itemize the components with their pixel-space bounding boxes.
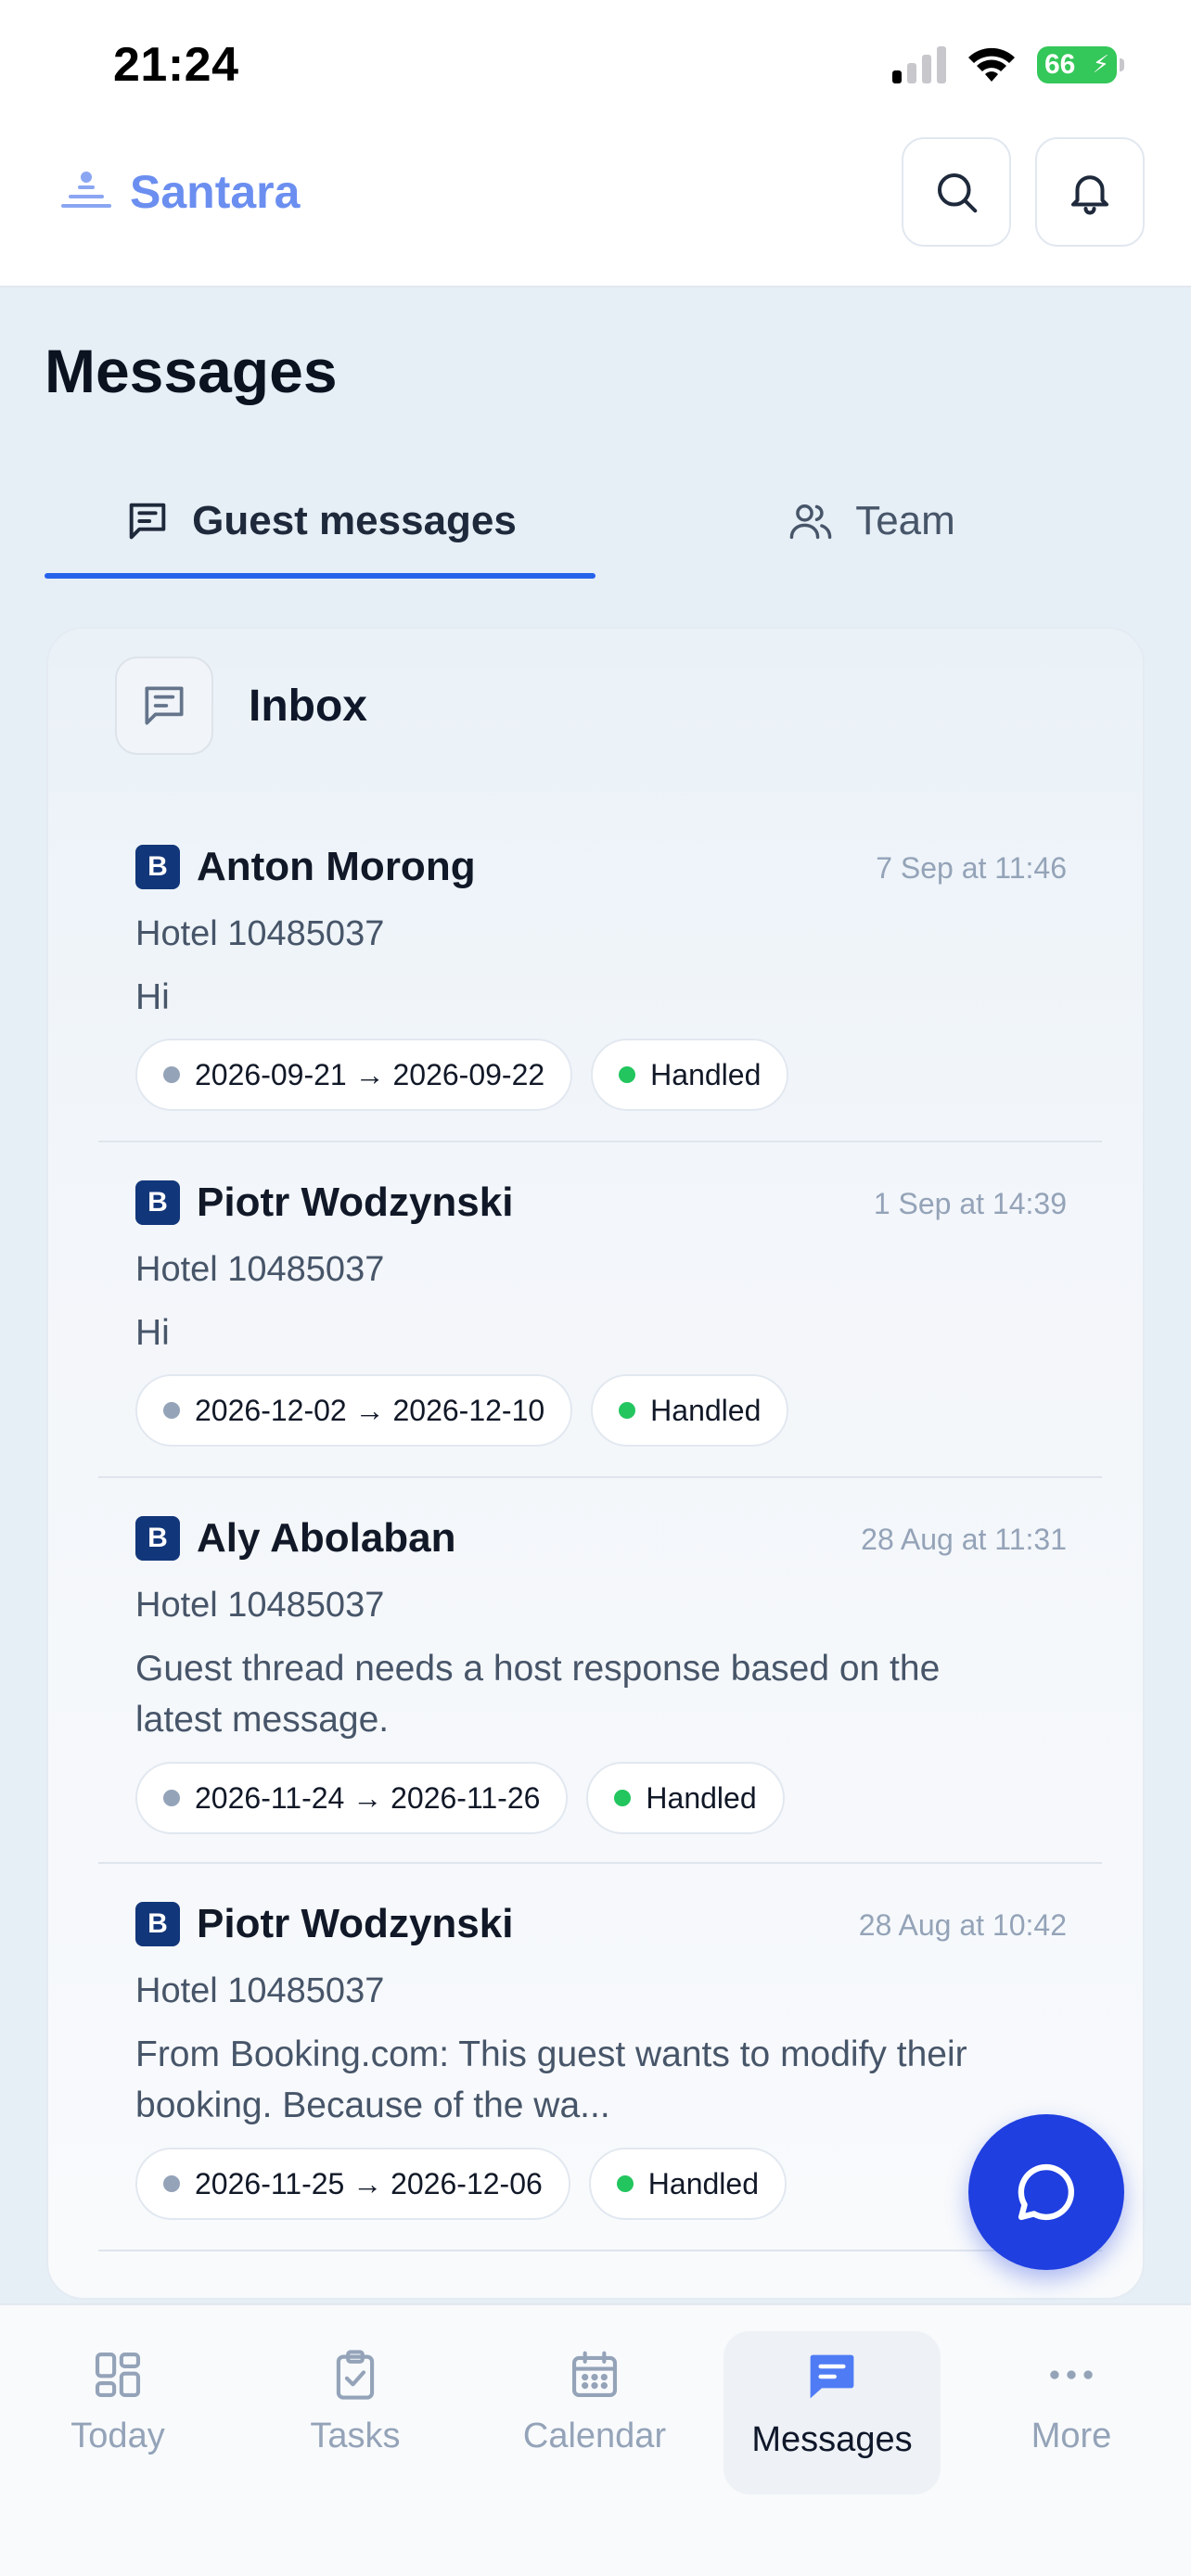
bell-icon — [1070, 175, 1109, 215]
stay-dates-chip: 2026-11-25 → 2026-12-06 — [135, 2148, 570, 2220]
nav-label: Calendar — [522, 2417, 667, 2455]
chat-bubble-icon — [1018, 2163, 1075, 2221]
nav-label: More — [1031, 2417, 1112, 2455]
message-item[interactable]: B Anton Morong 7 Sep at 11:46 Hotel 1048… — [98, 844, 1102, 1111]
message-preview: Hi — [135, 1313, 170, 1353]
message-preview: Hi — [135, 977, 170, 1017]
stay-dates-chip: 2026-12-02 → 2026-12-10 — [135, 1374, 573, 1447]
message-time: 28 Aug at 11:31 — [861, 1523, 1067, 1556]
brand-logo-icon — [61, 172, 111, 208]
message-time: 1 Sep at 14:39 — [873, 1187, 1067, 1220]
message-square-icon — [129, 503, 166, 540]
divider — [98, 1141, 1102, 1142]
stay-dates-chip: 2026-11-24 → 2026-11-26 — [135, 1762, 569, 1834]
calendar-icon — [571, 2351, 618, 2398]
booking-badge: B — [135, 1516, 180, 1561]
message-square-icon — [145, 686, 184, 725]
hotel-name: Hotel 10485037 — [135, 1586, 385, 1625]
message-item[interactable]: B Aly Abolaban 28 Aug at 11:31 Hotel 104… — [98, 1515, 1102, 1834]
grid-icon — [95, 2352, 141, 2398]
hotel-name: Hotel 10485037 — [135, 1971, 385, 2010]
message-preview: Guest thread needs a host response based… — [135, 1649, 941, 1740]
booking-badge: B — [135, 845, 180, 889]
nav-label: Today — [70, 2417, 165, 2455]
message-time: 28 Aug at 10:42 — [858, 1908, 1067, 1942]
hotel-name: Hotel 10485037 — [135, 914, 385, 953]
inbox-header: Inbox — [115, 657, 367, 755]
status-badge: Handled — [588, 2148, 787, 2220]
notifications-button[interactable] — [1035, 137, 1145, 247]
nav-label: Tasks — [310, 2417, 401, 2455]
guest-name: Aly Abolaban — [197, 1515, 456, 1561]
status-badge: Handled — [591, 1374, 789, 1447]
guest-name: Piotr Wodzynski — [197, 1901, 514, 1946]
status-icons: 66 ⚡ — [892, 46, 1124, 83]
guest-name: Piotr Wodzynski — [197, 1180, 514, 1225]
nav-more[interactable]: More — [963, 2331, 1180, 2494]
message-preview: From Booking.com: This guest wants to mo… — [135, 2034, 967, 2125]
guest-name: Anton Morong — [197, 844, 476, 889]
inbox-title: Inbox — [249, 681, 367, 731]
more-icon — [1050, 2370, 1093, 2379]
tab-team[interactable]: Team — [596, 464, 1146, 579]
app-header: Santara — [0, 130, 1191, 287]
clipboard-icon — [336, 2350, 375, 2400]
nav-calendar[interactable]: Calendar — [486, 2331, 703, 2494]
status-badge: Handled — [586, 1762, 785, 1834]
new-message-fab[interactable] — [968, 2114, 1124, 2270]
brand-name: Santara — [130, 166, 301, 218]
search-icon — [937, 172, 978, 213]
tab-label: Guest messages — [192, 498, 517, 543]
battery-level: 66 — [1044, 49, 1076, 80]
message-time: 7 Sep at 11:46 — [876, 851, 1067, 885]
inbox-card: Inbox B Anton Morong 7 Sep at 11:46 Hote… — [46, 627, 1145, 2300]
inbox-icon — [115, 657, 213, 755]
bottom-nav: Today Tasks Calendar Messages More — [0, 2303, 1191, 2576]
status-time: 21:24 — [113, 38, 239, 92]
tabs: Guest messages Team — [45, 464, 1146, 579]
brand[interactable]: Santara — [59, 165, 300, 219]
users-icon — [789, 504, 832, 540]
page-title: Messages — [45, 337, 338, 405]
search-button[interactable] — [902, 137, 1011, 247]
battery-icon: 66 ⚡ — [1037, 46, 1124, 83]
message-item[interactable]: B Piotr Wodzynski 28 Aug at 10:42 Hotel … — [98, 1901, 1102, 2220]
divider — [98, 1862, 1102, 1864]
booking-badge: B — [135, 1902, 180, 1946]
tab-label: Team — [855, 498, 955, 543]
message-item[interactable]: B Piotr Wodzynski 1 Sep at 14:39 Hotel 1… — [98, 1180, 1102, 1447]
nav-tasks[interactable]: Tasks — [247, 2331, 464, 2494]
stay-dates-chip: 2026-09-21 → 2026-09-22 — [135, 1039, 573, 1111]
nav-label: Messages — [751, 2420, 913, 2459]
wifi-icon — [968, 47, 1015, 82]
nav-messages[interactable]: Messages — [724, 2331, 941, 2494]
booking-badge: B — [135, 1180, 180, 1225]
hotel-name: Hotel 10485037 — [135, 1250, 385, 1289]
active-tab-indicator — [45, 573, 596, 579]
divider — [98, 1476, 1102, 1478]
charging-bolt-icon: ⚡ — [1092, 50, 1109, 78]
status-badge: Handled — [591, 1039, 789, 1111]
nav-today[interactable]: Today — [9, 2331, 226, 2494]
signal-icon — [892, 46, 946, 83]
status-bar: 21:24 66 ⚡ — [0, 0, 1191, 130]
message-square-icon — [810, 2354, 854, 2399]
divider — [98, 2250, 1102, 2251]
tab-guest-messages[interactable]: Guest messages — [45, 464, 596, 579]
